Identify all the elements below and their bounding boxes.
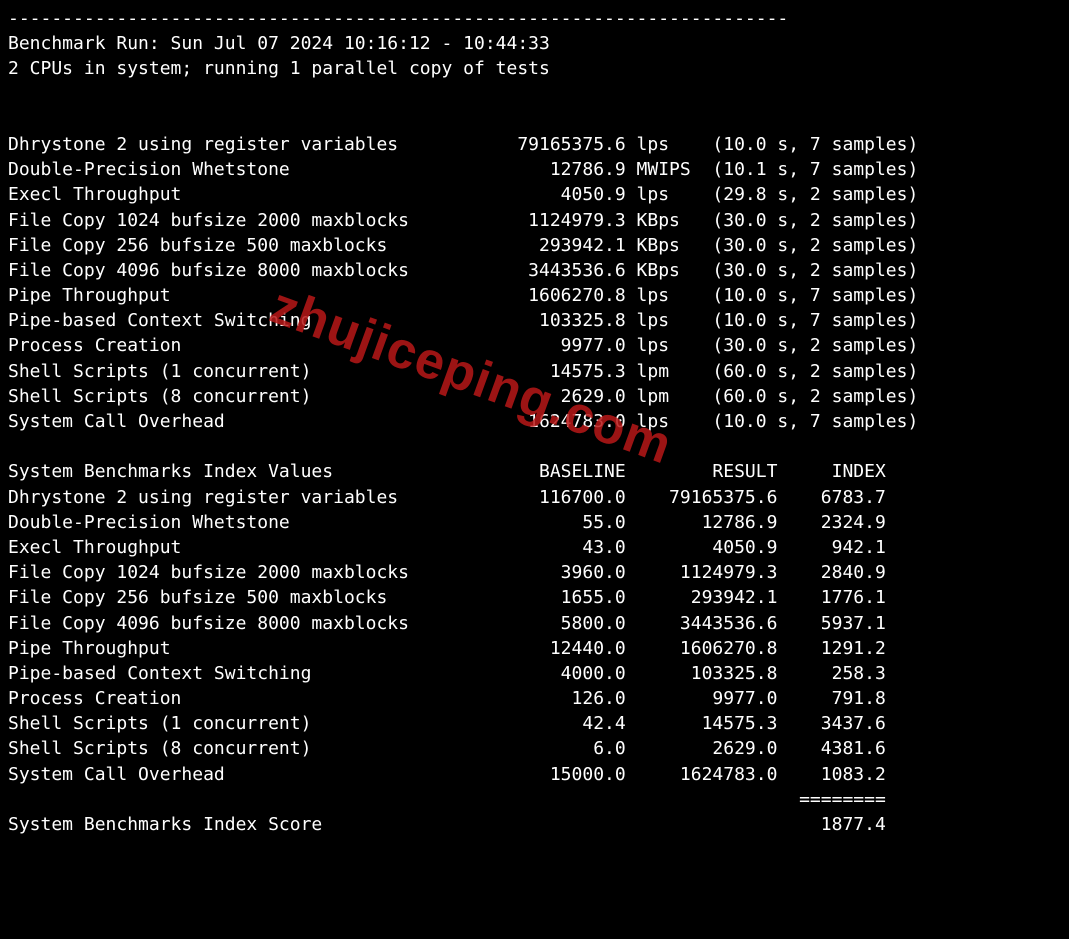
terminal-output: ----------------------------------------…	[0, 0, 1069, 843]
